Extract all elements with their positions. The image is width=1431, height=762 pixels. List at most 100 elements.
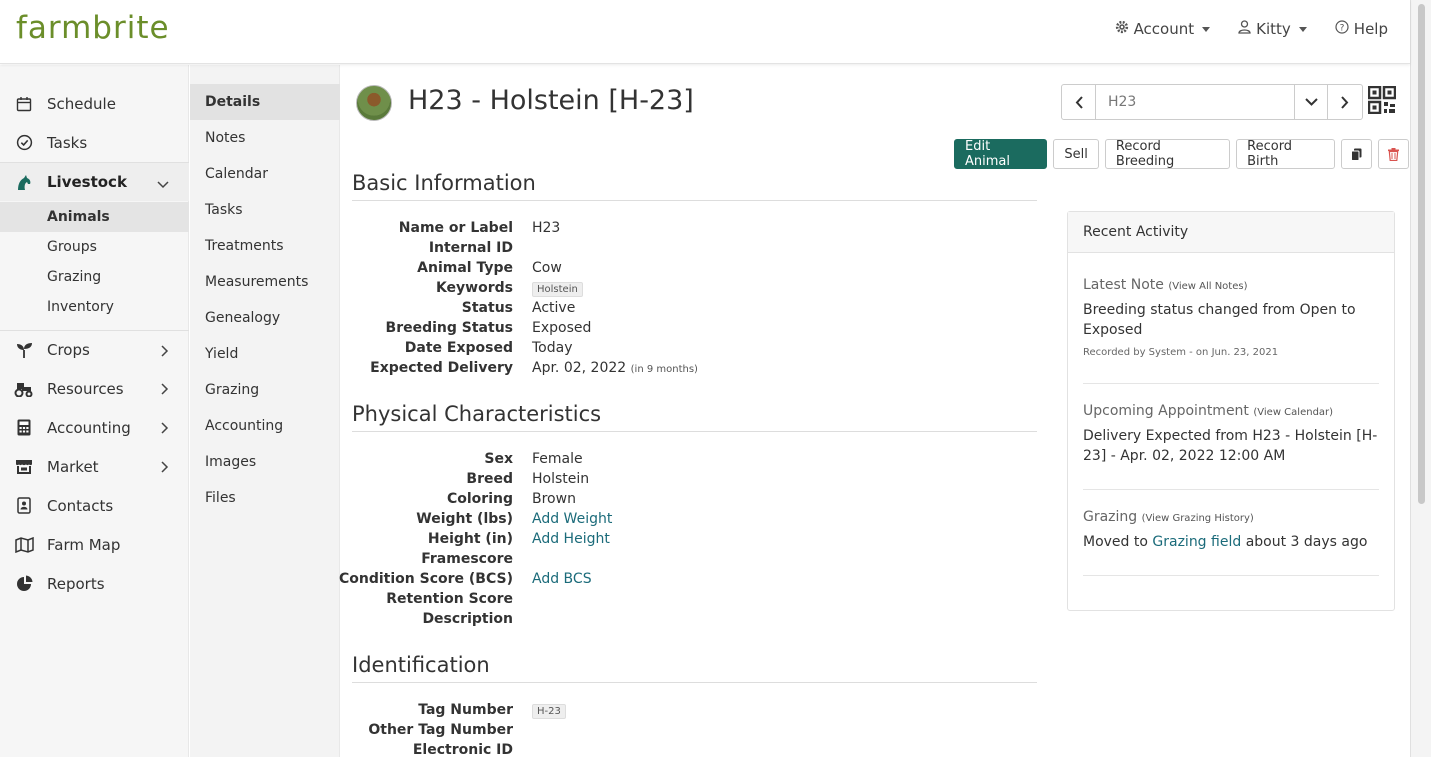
duplicate-button[interactable]	[1341, 139, 1373, 169]
gear-icon	[1115, 20, 1129, 38]
sidebar-label: Accounting	[47, 418, 131, 437]
delete-button[interactable]	[1378, 139, 1409, 169]
grazing-block: Grazing (View Grazing History) Moved to …	[1083, 509, 1379, 576]
field-label: Retention Score	[386, 591, 513, 607]
seedling-icon	[14, 340, 34, 360]
field-row-animal-type: Animal Type Cow	[341, 260, 1041, 280]
field-value: Cow	[532, 260, 562, 276]
subnav-genealogy[interactable]: Genealogy	[190, 300, 340, 336]
subnav-grazing[interactable]: Grazing	[190, 372, 340, 408]
keyword-tag: Holstein	[532, 282, 583, 297]
chevron-right-icon	[161, 381, 169, 399]
view-all-notes-link[interactable]: (View All Notes)	[1168, 281, 1247, 292]
page-scrollbar[interactable]	[1410, 0, 1431, 757]
sidebar-subitem-animals[interactable]: Animals	[0, 202, 189, 232]
recent-activity-panel: Recent Activity Latest Note (View All No…	[1067, 211, 1395, 611]
subnav-measurements[interactable]: Measurements	[190, 264, 340, 300]
field-label: Sex	[484, 451, 513, 467]
help-link[interactable]: ? Help	[1335, 20, 1388, 38]
field-row-retention-score: Retention Score	[341, 591, 1041, 611]
animal-avatar[interactable]	[356, 85, 392, 121]
section-physical-characteristics: Physical Characteristics	[352, 402, 1037, 432]
svg-text:?: ?	[1339, 24, 1344, 34]
field-label: Breeding Status	[385, 320, 513, 336]
subnav-tasks[interactable]: Tasks	[190, 192, 340, 228]
add-bcs-link[interactable]: Add BCS	[532, 571, 592, 587]
previous-animal-button[interactable]	[1062, 85, 1096, 119]
sidebar-label: Livestock	[47, 173, 127, 191]
sidebar-item-contacts[interactable]: Contacts	[0, 486, 189, 525]
field-row-expected-delivery: Expected Delivery Apr. 02, 2022 (in 9 mon…	[341, 360, 1041, 380]
subitem-label: Grazing	[47, 269, 102, 285]
subnav-notes[interactable]: Notes	[190, 120, 340, 156]
subnav-files[interactable]: Files	[190, 480, 340, 516]
subnav-calendar[interactable]: Calendar	[190, 156, 340, 192]
field-label: Condition Score (BCS)	[339, 571, 513, 587]
sidebar-item-reports[interactable]: Reports	[0, 564, 189, 603]
sidebar-item-schedule[interactable]: Schedule	[0, 84, 189, 123]
field-row-framescore: Framescore	[341, 551, 1041, 571]
sell-button[interactable]: Sell	[1053, 139, 1099, 169]
grazing-title: Grazing	[1083, 509, 1138, 525]
scrollbar-thumb[interactable]	[1418, 4, 1425, 504]
farmbrite-logo[interactable]: farmbrite	[16, 10, 170, 46]
field-label: Animal Type	[417, 260, 513, 276]
sidebar-item-tasks[interactable]: Tasks	[0, 123, 189, 162]
field-label: Date Exposed	[404, 340, 513, 356]
field-label: Other Tag Number	[368, 722, 513, 738]
check-circle-icon	[14, 133, 34, 153]
subnav-treatments[interactable]: Treatments	[190, 228, 340, 264]
sidebar-subitem-grazing[interactable]: Grazing	[0, 262, 189, 292]
next-animal-button[interactable]	[1328, 85, 1362, 119]
grazing-field-link[interactable]: Grazing field	[1152, 534, 1241, 550]
qr-code-icon[interactable]	[1367, 85, 1397, 115]
field-value: Female	[532, 451, 583, 467]
animal-search-input[interactable]	[1096, 85, 1294, 119]
sidebar-subitem-groups[interactable]: Groups	[0, 232, 189, 262]
add-height-link[interactable]: Add Height	[532, 531, 610, 547]
field-row-electronic-id: Electronic ID	[341, 742, 1041, 762]
delivery-relative-note: (in 9 months)	[630, 364, 698, 375]
record-birth-button[interactable]: Record Birth	[1236, 139, 1336, 169]
chevron-right-icon	[161, 420, 169, 438]
subitem-label: Inventory	[47, 299, 114, 315]
sidebar-item-resources[interactable]: Resources	[0, 369, 189, 408]
section-identification: Identification	[352, 653, 1037, 683]
field-label: Status	[461, 300, 513, 316]
grazing-time-text: about 3 days ago	[1245, 534, 1368, 550]
field-row-sex: Sex Female	[341, 451, 1041, 471]
sidebar-item-crops[interactable]: Crops	[0, 330, 189, 369]
view-grazing-history-link[interactable]: (View Grazing History)	[1142, 513, 1254, 524]
chevron-right-icon	[161, 343, 169, 361]
subnav-yield[interactable]: Yield	[190, 336, 340, 372]
sidebar-label: Reports	[47, 574, 105, 593]
sidebar-subitem-inventory[interactable]: Inventory	[0, 292, 189, 322]
field-label: Coloring	[446, 491, 513, 507]
caret-down-icon	[1202, 26, 1211, 32]
field-row-coloring: Coloring Brown	[341, 491, 1041, 511]
sidebar-item-farm-map[interactable]: Farm Map	[0, 525, 189, 564]
user-menu[interactable]: Kitty	[1238, 20, 1307, 38]
sidebar-item-livestock[interactable]: Livestock	[0, 162, 189, 201]
account-menu[interactable]: Account	[1115, 20, 1211, 38]
animal-dropdown-button[interactable]	[1294, 85, 1328, 119]
sidebar: Schedule Tasks Livestock Animals Groups …	[0, 65, 189, 757]
subnav-accounting[interactable]: Accounting	[190, 408, 340, 444]
sidebar-label: Crops	[47, 341, 90, 359]
sidebar-item-market[interactable]: Market	[0, 447, 189, 486]
edit-animal-button[interactable]: Edit Animal	[954, 139, 1048, 169]
animal-pager	[1061, 84, 1363, 120]
upcoming-appointment-title: Upcoming Appointment	[1083, 403, 1249, 419]
add-weight-link[interactable]: Add Weight	[532, 511, 612, 527]
help-label: Help	[1353, 20, 1388, 38]
view-calendar-link[interactable]: (View Calendar)	[1253, 407, 1333, 418]
subnav-images[interactable]: Images	[190, 444, 340, 480]
sidebar-item-accounting[interactable]: Accounting	[0, 408, 189, 447]
field-row-other-tag-number: Other Tag Number	[341, 722, 1041, 742]
subitem-label: Groups	[47, 239, 97, 255]
subnav-details[interactable]: Details	[190, 84, 340, 120]
record-breeding-button[interactable]: Record Breeding	[1104, 139, 1231, 169]
latest-note-meta: Recorded by System - on Jun. 23, 2021	[1083, 347, 1279, 358]
tractor-icon	[14, 379, 34, 399]
chevron-right-icon	[161, 459, 169, 477]
